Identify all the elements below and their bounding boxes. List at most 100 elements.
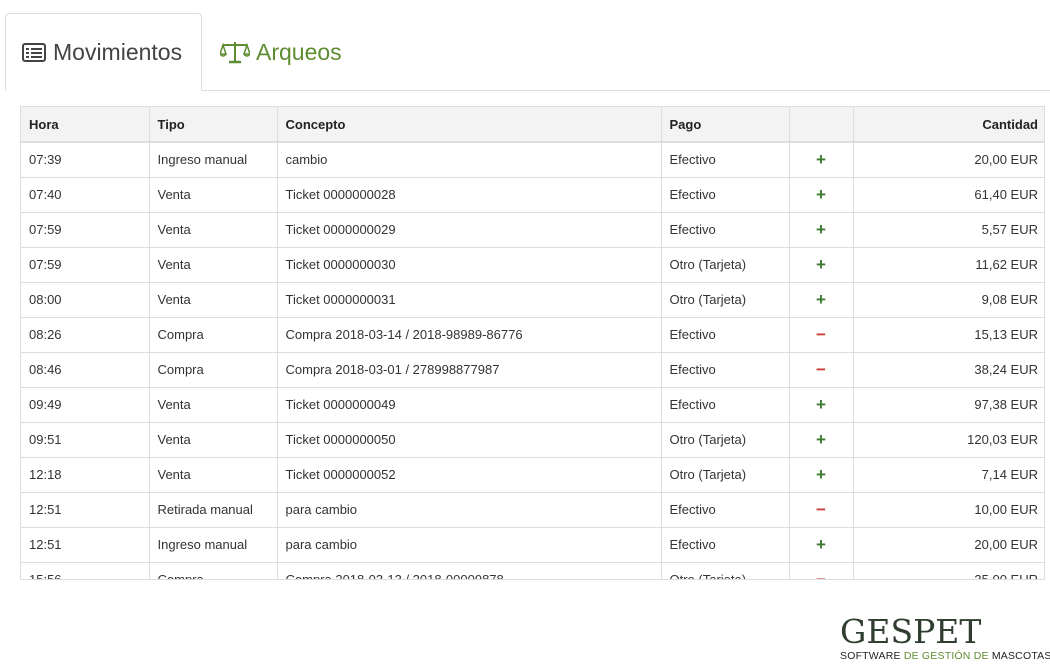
cell-concepto: Ticket 0000000049 [277,387,662,423]
cell-tipo: Ingreso manual [149,142,278,178]
cell-pago: Otro (Tarjeta) [661,562,790,579]
cell-cantidad: 20,00 EUR [853,142,1044,178]
cell-cantidad: 61,40 EUR [853,177,1044,213]
cell-concepto: Ticket 0000000028 [277,177,662,213]
plus-icon: + [789,142,854,178]
cell-hora: 15:56 [21,562,150,579]
cell-cantidad: 11,62 EUR [853,247,1044,283]
cell-pago: Otro (Tarjeta) [661,282,790,318]
cell-hora: 07:39 [21,142,150,178]
plus-icon: + [789,387,854,423]
cell-hora: 09:51 [21,422,150,458]
cell-hora: 08:26 [21,317,150,353]
cell-tipo: Ingreso manual [149,527,278,563]
cell-pago: Efectivo [661,317,790,353]
table-header-row: Hora Tipo Concepto Pago Cantidad [21,107,1044,143]
tab-arqueos[interactable]: Arqueos [220,13,342,91]
cell-concepto: para cambio [277,492,662,528]
cell-pago: Efectivo [661,177,790,213]
tab-arqueos-label: Arqueos [256,38,342,65]
table-row[interactable]: 07:59 Venta Ticket 0000000030 Otro (Tarjeta… [21,247,1044,283]
col-header-cantidad[interactable]: Cantidad [853,107,1044,143]
cell-pago: Otro (Tarjeta) [661,422,790,458]
cell-pago: Efectivo [661,142,790,178]
cell-hora: 08:00 [21,282,150,318]
cell-hora: 12:18 [21,457,150,493]
movements-table-container[interactable]: Hora Tipo Concepto Pago Cantidad 07:39 In… [20,106,1045,580]
cell-cantidad: 97,38 EUR [853,387,1044,423]
cell-tipo: Retirada manual [149,492,278,528]
cell-tipo: Venta [149,457,278,493]
cell-tipo: Venta [149,247,278,283]
col-header-concepto[interactable]: Concepto [277,107,662,143]
list-icon [21,41,47,63]
cell-pago: Otro (Tarjeta) [661,457,790,493]
plus-icon: + [789,212,854,248]
minus-icon: − [789,352,854,388]
col-header-hora[interactable]: Hora [21,107,150,143]
tab-movimientos[interactable]: Movimientos [5,13,202,91]
table-row[interactable]: 09:51 Venta Ticket 0000000050 Otro (Tarjeta… [21,422,1044,458]
scale-icon [220,41,250,64]
minus-icon: − [789,562,854,579]
logo-tagline: SOFTWARE DE GESTIÓN DE MASCOTAS [840,650,1050,662]
cell-concepto: Ticket 0000000031 [277,282,662,318]
cell-concepto: para cambio [277,527,662,563]
col-header-tipo[interactable]: Tipo [149,107,278,143]
logo-wordmark: GESPET [840,612,982,651]
cell-tipo: Compra [149,352,278,388]
cell-cantidad: 120,03 EUR [853,422,1044,458]
table-row[interactable]: 07:39 Ingreso manual cambio Efectivo +20,00 … [21,142,1044,178]
cell-pago: Efectivo [661,492,790,528]
table-row[interactable]: 09:49 Venta Ticket 0000000049 Efectivo +97,3… [21,387,1044,423]
cell-tipo: Venta [149,177,278,213]
tab-bar: Movimientos Arqueos [5,13,1050,91]
cell-concepto: Compra 2018-03-13 / 2018-00009878 [277,562,662,579]
plus-icon: + [789,527,854,563]
table-row[interactable]: 07:40 Venta Ticket 0000000028 Efectivo +61,4… [21,177,1044,213]
cell-concepto: Compra 2018-03-14 / 2018-98989-86776 [277,317,662,353]
cell-hora: 08:46 [21,352,150,388]
table-row[interactable]: 08:26 Compra Compra 2018-03-14 / 2018-9898… [21,317,1044,353]
cell-tipo: Compra [149,562,278,579]
plus-icon: + [789,247,854,283]
table-row[interactable]: 12:51 Ingreso manual para cambio Efectivo +2… [21,527,1044,563]
cell-hora: 12:51 [21,492,150,528]
table-row[interactable]: 12:51 Retirada manual para cambio Efectivo −… [21,492,1044,528]
cell-hora: 07:59 [21,247,150,283]
table-row[interactable]: 12:18 Venta Ticket 0000000052 Otro (Tarjeta… [21,457,1044,493]
cell-pago: Efectivo [661,527,790,563]
col-header-sign[interactable] [789,107,854,143]
plus-icon: + [789,422,854,458]
cell-cantidad: 35,00 EUR [853,562,1044,579]
cell-tipo: Venta [149,282,278,318]
cell-concepto: cambio [277,142,662,178]
movements-table: Hora Tipo Concepto Pago Cantidad 07:39 In… [21,107,1044,579]
cell-cantidad: 15,13 EUR [853,317,1044,353]
plus-icon: + [789,282,854,318]
col-header-pago[interactable]: Pago [661,107,790,143]
cell-cantidad: 9,08 EUR [853,282,1044,318]
table-row[interactable]: 08:00 Venta Ticket 0000000031 Otro (Tarjeta… [21,282,1044,318]
cell-tipo: Venta [149,212,278,248]
minus-icon: − [789,317,854,353]
table-row[interactable]: 07:59 Venta Ticket 0000000029 Efectivo +5,57… [21,212,1044,248]
cell-cantidad: 7,14 EUR [853,457,1044,493]
cell-tipo: Venta [149,422,278,458]
gespet-logo: GESPET SOFTWARE DE GESTIÓN DE MASCOTAS [840,612,1050,666]
cell-hora: 07:40 [21,177,150,213]
table-row[interactable]: 15:56 Compra Compra 2018-03-13 / 2018-0000… [21,562,1044,579]
tab-movimientos-label: Movimientos [53,38,183,65]
cell-concepto: Compra 2018-03-01 / 278998877987 [277,352,662,388]
cell-cantidad: 38,24 EUR [853,352,1044,388]
cell-pago: Efectivo [661,387,790,423]
minus-icon: − [789,492,854,528]
plus-icon: + [789,177,854,213]
cell-pago: Otro (Tarjeta) [661,247,790,283]
cell-concepto: Ticket 0000000029 [277,212,662,248]
cell-concepto: Ticket 0000000052 [277,457,662,493]
cell-cantidad: 5,57 EUR [853,212,1044,248]
cell-cantidad: 20,00 EUR [853,527,1044,563]
table-row[interactable]: 08:46 Compra Compra 2018-03-01 / 278998877… [21,352,1044,388]
cell-concepto: Ticket 0000000030 [277,247,662,283]
